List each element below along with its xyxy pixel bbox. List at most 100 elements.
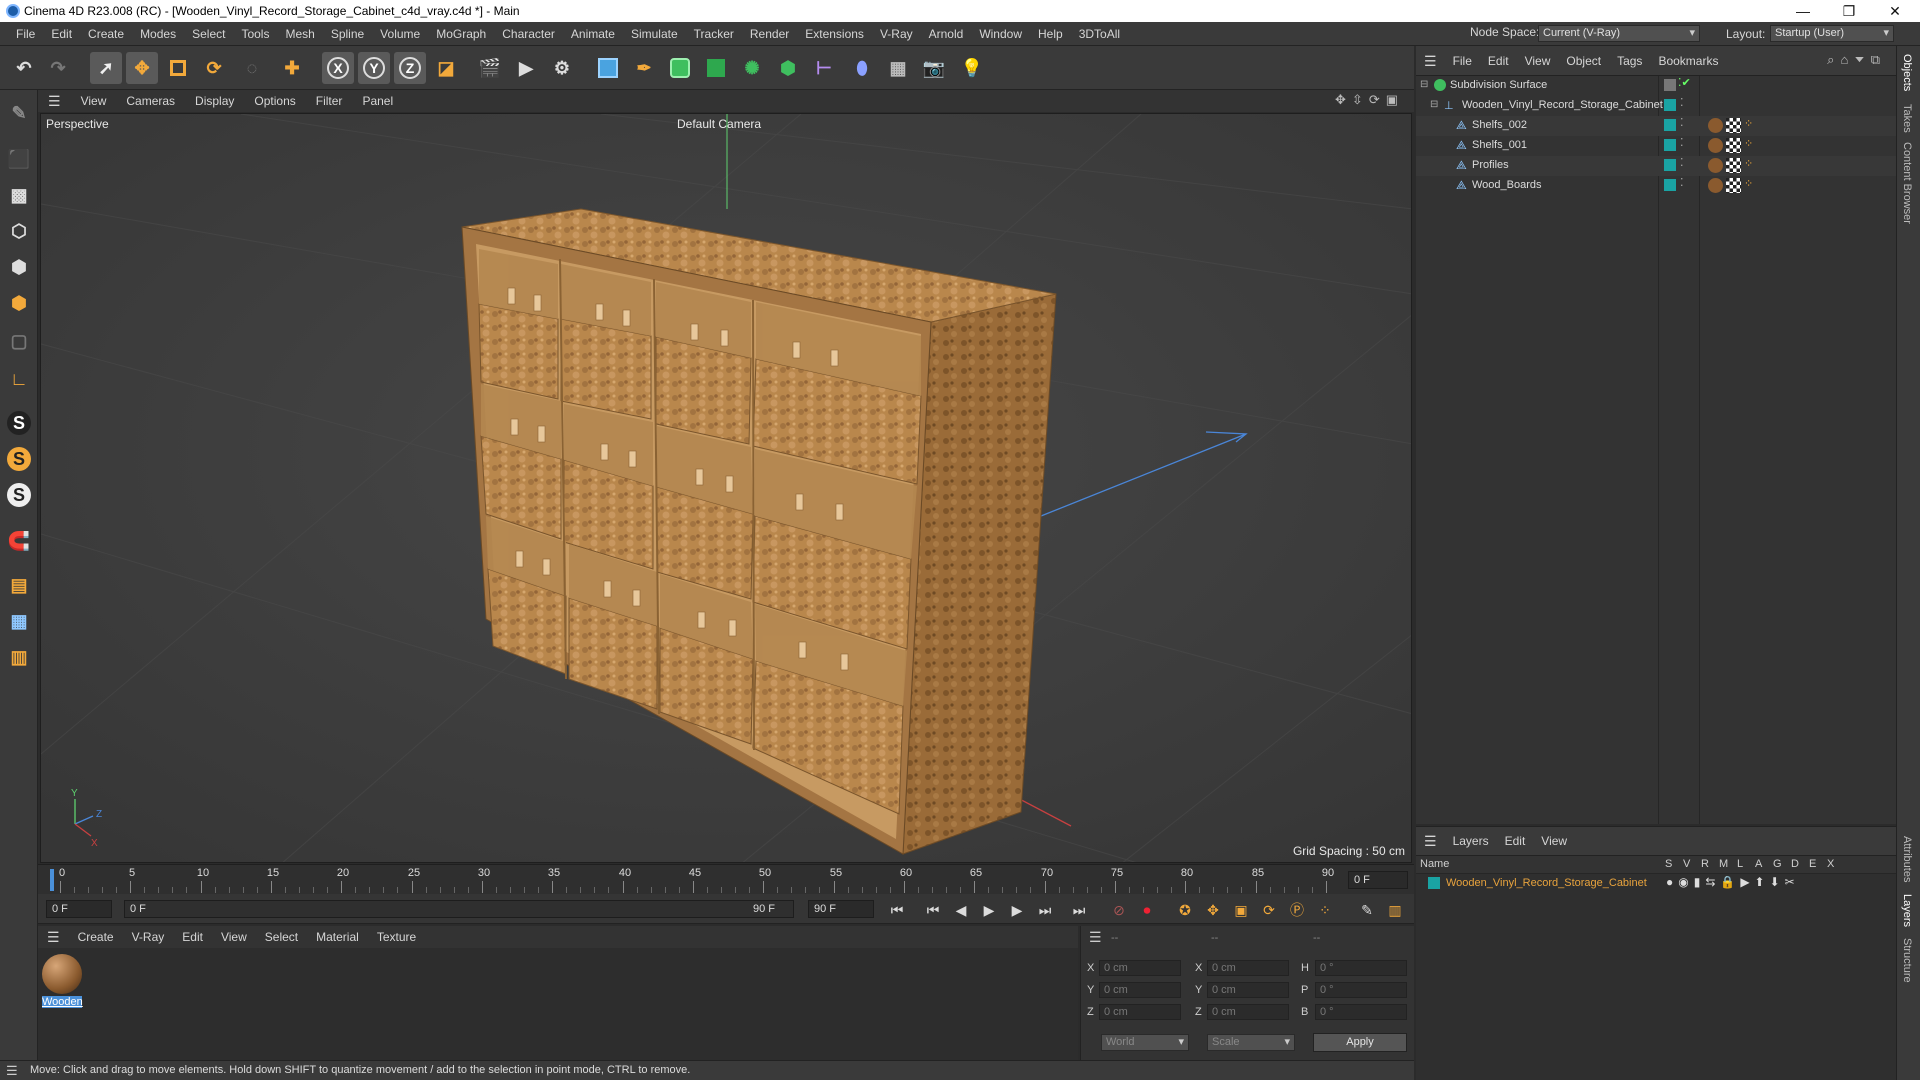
object-row-shelfs-001[interactable]: ⟁ Shelfs_001 ⁚ ⁘ xyxy=(1416,136,1896,156)
layer-toggle-icons[interactable]: ●◉▮⇆🔒▶⬆⬇✂ xyxy=(1666,875,1800,889)
coordinate-system-button[interactable]: ◪ xyxy=(430,52,462,84)
object-row-profiles[interactable]: ⟁ Profiles ⁚ ⁘ xyxy=(1416,156,1896,176)
point-mode-button[interactable]: ⬡ xyxy=(4,216,34,246)
key-scale-button[interactable]: ▣ xyxy=(1230,899,1252,921)
key-param-button[interactable]: Ⓟ xyxy=(1286,899,1308,921)
grid-button[interactable]: ▦ xyxy=(4,606,34,636)
menu-file[interactable]: File xyxy=(8,22,43,46)
quantize-button[interactable]: S xyxy=(4,480,34,510)
object-row-cabinet[interactable]: ⊟ ⊥ Wooden_Vinyl_Record_Storage_Cabinet … xyxy=(1416,96,1896,116)
light-button[interactable]: 💡 xyxy=(956,52,988,84)
menu-mesh[interactable]: Mesh xyxy=(277,22,322,46)
phong-tag-icon[interactable]: ⁘ xyxy=(1744,177,1753,190)
object-menu-tags[interactable]: Tags xyxy=(1609,46,1650,76)
make-editable-button[interactable]: ✎ xyxy=(4,98,34,128)
cube-object-button[interactable] xyxy=(592,52,624,84)
motion-system-button[interactable]: ✎ xyxy=(1356,899,1378,921)
menu-spline[interactable]: Spline xyxy=(323,22,372,46)
deformer-button[interactable]: ⊢ xyxy=(808,52,840,84)
camera-button[interactable]: 📷 xyxy=(918,52,950,84)
viewport-projection-label[interactable]: Perspective xyxy=(46,117,109,131)
key-pla-button[interactable]: ⁘ xyxy=(1314,899,1336,921)
material-menu-vray[interactable]: V-Ray xyxy=(123,926,174,948)
menu-tracker[interactable]: Tracker xyxy=(686,22,742,46)
menu-modes[interactable]: Modes xyxy=(132,22,184,46)
field-button[interactable]: ⬮ xyxy=(846,52,878,84)
tab-attributes[interactable]: Attributes xyxy=(1901,836,1913,882)
coords-hamburger-icon[interactable]: ☰ xyxy=(1089,929,1102,946)
object-search-filter-icons[interactable]: ⌕⌂⏷⧉ xyxy=(1827,52,1886,68)
material-menu-material[interactable]: Material xyxy=(307,926,368,948)
autokey-button[interactable]: ⊘ xyxy=(1108,899,1130,921)
viewport-nav-icons[interactable]: ✥⇳⟳▣ xyxy=(1335,92,1404,108)
rot-b-field[interactable]: 0 ° xyxy=(1315,1004,1407,1020)
rot-p-field[interactable]: 0 ° xyxy=(1315,982,1407,998)
menu-arnold[interactable]: Arnold xyxy=(921,22,972,46)
extrude-button[interactable] xyxy=(700,52,732,84)
material-tag-icon[interactable] xyxy=(1708,118,1723,133)
visibility-dots-icon[interactable]: ⁚ xyxy=(1680,96,1684,109)
polygon-mode-button[interactable]: ⬢ xyxy=(4,288,34,318)
menu-help[interactable]: Help xyxy=(1030,22,1071,46)
object-menu-file[interactable]: File xyxy=(1445,46,1480,76)
locked-workplane-button[interactable]: ▥ xyxy=(4,642,34,672)
menu-tools[interactable]: Tools xyxy=(233,22,277,46)
snap-button[interactable]: S xyxy=(4,408,34,438)
tab-takes[interactable]: Takes xyxy=(1901,104,1913,133)
keyframe-selection-button[interactable]: ✪ xyxy=(1174,899,1196,921)
collapse-icon[interactable]: ⊟ xyxy=(1420,79,1428,90)
menu-select[interactable]: Select xyxy=(184,22,233,46)
render-settings-button[interactable]: ⚙ xyxy=(546,52,578,84)
mograph-button[interactable]: ⬢ xyxy=(772,52,804,84)
phong-tag-icon[interactable]: ⁘ xyxy=(1744,137,1753,150)
object-menu-view[interactable]: View xyxy=(1517,46,1559,76)
visibility-dots-icon[interactable]: ⁚ xyxy=(1680,176,1684,189)
menu-mograph[interactable]: MoGraph xyxy=(428,22,494,46)
current-frame-field[interactable]: 0 F xyxy=(1348,871,1408,889)
material-menu-select[interactable]: Select xyxy=(256,926,307,948)
pos-x-field[interactable]: 0 cm xyxy=(1099,960,1181,976)
layer-menu-edit[interactable]: Edit xyxy=(1497,826,1534,856)
layer-swatch-icon[interactable] xyxy=(1664,159,1676,171)
goto-end-button[interactable]: ⏭ xyxy=(1068,899,1090,921)
live-selection-button[interactable]: ◌ xyxy=(236,52,268,84)
timeline-button[interactable]: ▥ xyxy=(1384,899,1406,921)
layer-swatch-icon[interactable] xyxy=(1664,179,1676,191)
goto-start-button[interactable]: ⏮ xyxy=(886,899,908,921)
y-axis-lock-button[interactable]: Y xyxy=(358,52,390,84)
material-menu-texture[interactable]: Texture xyxy=(368,926,425,948)
floor-button[interactable]: ▦ xyxy=(882,52,914,84)
render-view-button[interactable]: 🎬 xyxy=(474,52,506,84)
size-y-field[interactable]: 0 cm xyxy=(1207,982,1289,998)
texture-mode-button[interactable]: ▩ xyxy=(4,180,34,210)
axis-mode-button[interactable]: ∟ xyxy=(4,364,34,394)
material-menu-create[interactable]: Create xyxy=(69,926,123,948)
object-menu-object[interactable]: Object xyxy=(1558,46,1609,76)
material-menu-edit[interactable]: Edit xyxy=(173,926,212,948)
collapse-icon[interactable]: ⊟ xyxy=(1430,99,1438,110)
prev-frame-button[interactable]: ◀ xyxy=(950,899,972,921)
object-menu-bookmarks[interactable]: Bookmarks xyxy=(1650,46,1726,76)
rotate-tool-button[interactable]: ⟳ xyxy=(198,52,230,84)
uvw-tag-icon[interactable] xyxy=(1726,178,1741,193)
object-row-wood-boards[interactable]: ⟁ Wood_Boards ⁚ ⁘ xyxy=(1416,176,1896,196)
coord-transform-dropdown[interactable]: Scale xyxy=(1207,1034,1295,1051)
tab-objects[interactable]: Objects xyxy=(1901,54,1913,91)
pos-z-field[interactable]: 0 cm xyxy=(1099,1004,1181,1020)
material-menu-view[interactable]: View xyxy=(212,926,256,948)
phong-tag-icon[interactable]: ⁘ xyxy=(1744,157,1753,170)
object-row-shelfs-002[interactable]: ⟁ Shelfs_002 ⁚ ⁘ xyxy=(1416,116,1896,136)
viewport-menu-cameras[interactable]: Cameras xyxy=(116,90,185,112)
apply-button[interactable]: Apply xyxy=(1313,1033,1407,1052)
uvw-tag-icon[interactable] xyxy=(1726,138,1741,153)
end-frame-field[interactable]: 90 F xyxy=(808,900,874,918)
node-space-dropdown[interactable]: Current (V-Ray) xyxy=(1538,25,1700,42)
scale-tool-button[interactable] xyxy=(162,52,194,84)
layer-name[interactable]: Wooden_Vinyl_Record_Storage_Cabinet xyxy=(1446,877,1647,889)
object-row-subdivision[interactable]: ⊟ Subdivision Surface ⁚✔ xyxy=(1416,76,1896,96)
uvw-tag-icon[interactable] xyxy=(1726,158,1741,173)
layer-hamburger-icon[interactable]: ☰ xyxy=(1416,826,1445,856)
visibility-dots-icon[interactable]: ⁚ xyxy=(1680,156,1684,169)
render-picture-viewer-button[interactable]: ▶ xyxy=(510,52,542,84)
layer-color-swatch[interactable] xyxy=(1428,877,1440,889)
